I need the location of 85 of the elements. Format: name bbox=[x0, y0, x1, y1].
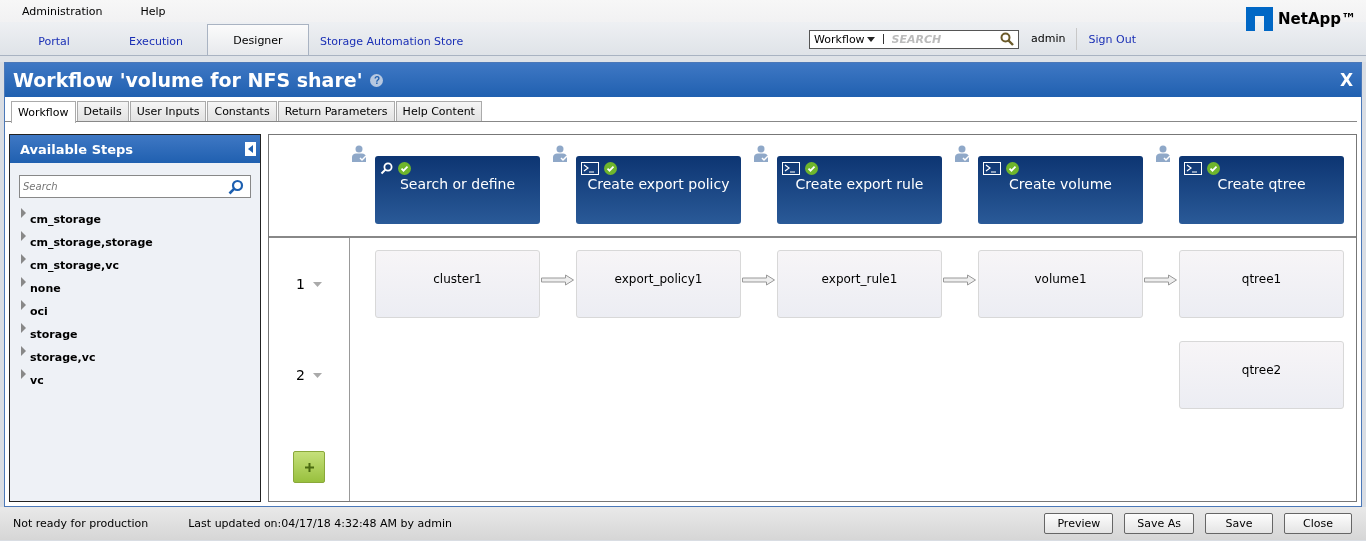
step-instance[interactable]: qtree1 bbox=[1179, 250, 1344, 318]
nav-tab[interactable]: Storage Automation Store bbox=[309, 27, 475, 55]
step-instance[interactable]: export_policy1 bbox=[576, 250, 741, 318]
tree-item[interactable]: oci bbox=[30, 305, 48, 318]
dialog-close-button[interactable]: X bbox=[1339, 70, 1353, 90]
arrow-icon bbox=[742, 274, 776, 286]
logo-text: NetApp™ bbox=[1278, 10, 1356, 28]
expand-arrow-icon[interactable] bbox=[20, 346, 27, 356]
user-check-icon bbox=[1155, 145, 1173, 163]
expand-arrow-icon[interactable] bbox=[20, 254, 27, 264]
step-instance[interactable]: qtree2 bbox=[1179, 341, 1344, 409]
status-text: Not ready for production bbox=[13, 517, 149, 530]
search-field[interactable]: Workflow SEARCH bbox=[809, 29, 1020, 49]
terminal-icon bbox=[782, 161, 800, 175]
scope-dropdown[interactable]: Workflow bbox=[814, 32, 875, 46]
step-title: Create volume bbox=[1009, 176, 1112, 192]
expand-arrow-icon[interactable] bbox=[20, 277, 27, 287]
nav-tab[interactable]: Execution bbox=[105, 27, 207, 55]
search-icon[interactable] bbox=[1000, 32, 1015, 46]
tab[interactable]: Details bbox=[76, 101, 129, 121]
step-instance[interactable]: volume1 bbox=[978, 250, 1143, 318]
nav-tab[interactable]: Portal bbox=[3, 27, 105, 55]
logo-icon bbox=[1246, 7, 1273, 31]
last-updated-text: Last updated on:04/17/18 4:32:48 AM by admin bbox=[188, 517, 453, 530]
arrow-icon bbox=[541, 274, 575, 286]
dropdown-caret-icon[interactable] bbox=[312, 370, 322, 380]
add-row-button[interactable] bbox=[293, 451, 325, 483]
search-box[interactable]: Search bbox=[19, 175, 251, 198]
step-title: Create export rule bbox=[795, 176, 924, 192]
step-title: Search or define bbox=[399, 176, 516, 192]
tree-item[interactable]: cm_storage,storage bbox=[30, 236, 153, 249]
tree-item[interactable]: vc bbox=[30, 374, 44, 387]
user-name: admin bbox=[1031, 28, 1077, 50]
arrow-icon bbox=[943, 274, 977, 286]
expand-arrow-icon[interactable] bbox=[20, 300, 27, 310]
step-card[interactable]: Create qtree bbox=[1179, 156, 1344, 224]
help-icon[interactable]: ? bbox=[370, 73, 384, 87]
terminal-icon bbox=[983, 161, 1001, 175]
panel-title: Available Steps bbox=[20, 141, 134, 157]
action-button[interactable]: Close bbox=[1284, 513, 1352, 534]
tab[interactable]: Return Parameters bbox=[277, 101, 395, 121]
step-card[interactable]: Create export rule bbox=[777, 156, 942, 224]
expand-arrow-icon[interactable] bbox=[20, 369, 27, 379]
action-button[interactable]: Save As bbox=[1124, 513, 1194, 534]
tab[interactable]: Workflow bbox=[11, 101, 76, 123]
search-icon[interactable] bbox=[228, 178, 244, 195]
nav-tab[interactable]: Designer bbox=[207, 24, 309, 55]
sign-out-link[interactable]: Sign Out bbox=[1088, 32, 1136, 46]
tab[interactable]: Help Content bbox=[395, 101, 482, 121]
step-instance[interactable]: export_rule1 bbox=[777, 250, 942, 318]
search-icon bbox=[380, 161, 393, 175]
row-number: 1 bbox=[296, 276, 305, 292]
menu-item[interactable]: Administration bbox=[22, 4, 103, 18]
step-card[interactable]: Search or define bbox=[375, 156, 540, 224]
tree-item[interactable]: cm_storage,vc bbox=[30, 259, 119, 272]
step-title: Create qtree bbox=[1217, 176, 1306, 192]
user-check-icon bbox=[351, 145, 369, 163]
caret-icon[interactable] bbox=[866, 36, 875, 42]
user-check-icon bbox=[552, 145, 570, 163]
step-card[interactable]: Create volume bbox=[978, 156, 1143, 224]
search-input[interactable]: Search bbox=[23, 181, 228, 192]
dropdown-caret-icon[interactable] bbox=[312, 279, 322, 289]
row-number: 2 bbox=[296, 367, 305, 383]
tree-item[interactable]: none bbox=[30, 282, 61, 295]
terminal-icon bbox=[581, 161, 599, 175]
tab[interactable]: Constants bbox=[207, 101, 277, 121]
terminal-icon bbox=[1184, 161, 1202, 175]
arrow-icon bbox=[1144, 274, 1178, 286]
step-title: Create export policy bbox=[587, 176, 730, 192]
action-button[interactable]: Preview bbox=[1044, 513, 1114, 534]
tree-item[interactable]: storage bbox=[30, 328, 78, 341]
tree-item[interactable]: cm_storage bbox=[30, 213, 102, 226]
menu-item[interactable]: Help bbox=[140, 4, 166, 18]
expand-arrow-icon[interactable] bbox=[20, 323, 27, 333]
step-instance[interactable]: cluster1 bbox=[375, 250, 540, 318]
plus-icon[interactable] bbox=[304, 463, 314, 472]
action-button[interactable]: Save bbox=[1205, 513, 1273, 534]
step-card[interactable]: Create export policy bbox=[576, 156, 741, 224]
dialog-title: Workflow 'volume for NFS share' bbox=[13, 69, 363, 91]
expand-arrow-icon[interactable] bbox=[20, 231, 27, 241]
expand-arrow-icon[interactable] bbox=[20, 208, 27, 218]
user-check-icon bbox=[954, 145, 972, 163]
tree-item[interactable]: storage,vc bbox=[30, 351, 96, 364]
user-check-icon bbox=[753, 145, 771, 163]
tab[interactable]: User Inputs bbox=[129, 101, 207, 121]
